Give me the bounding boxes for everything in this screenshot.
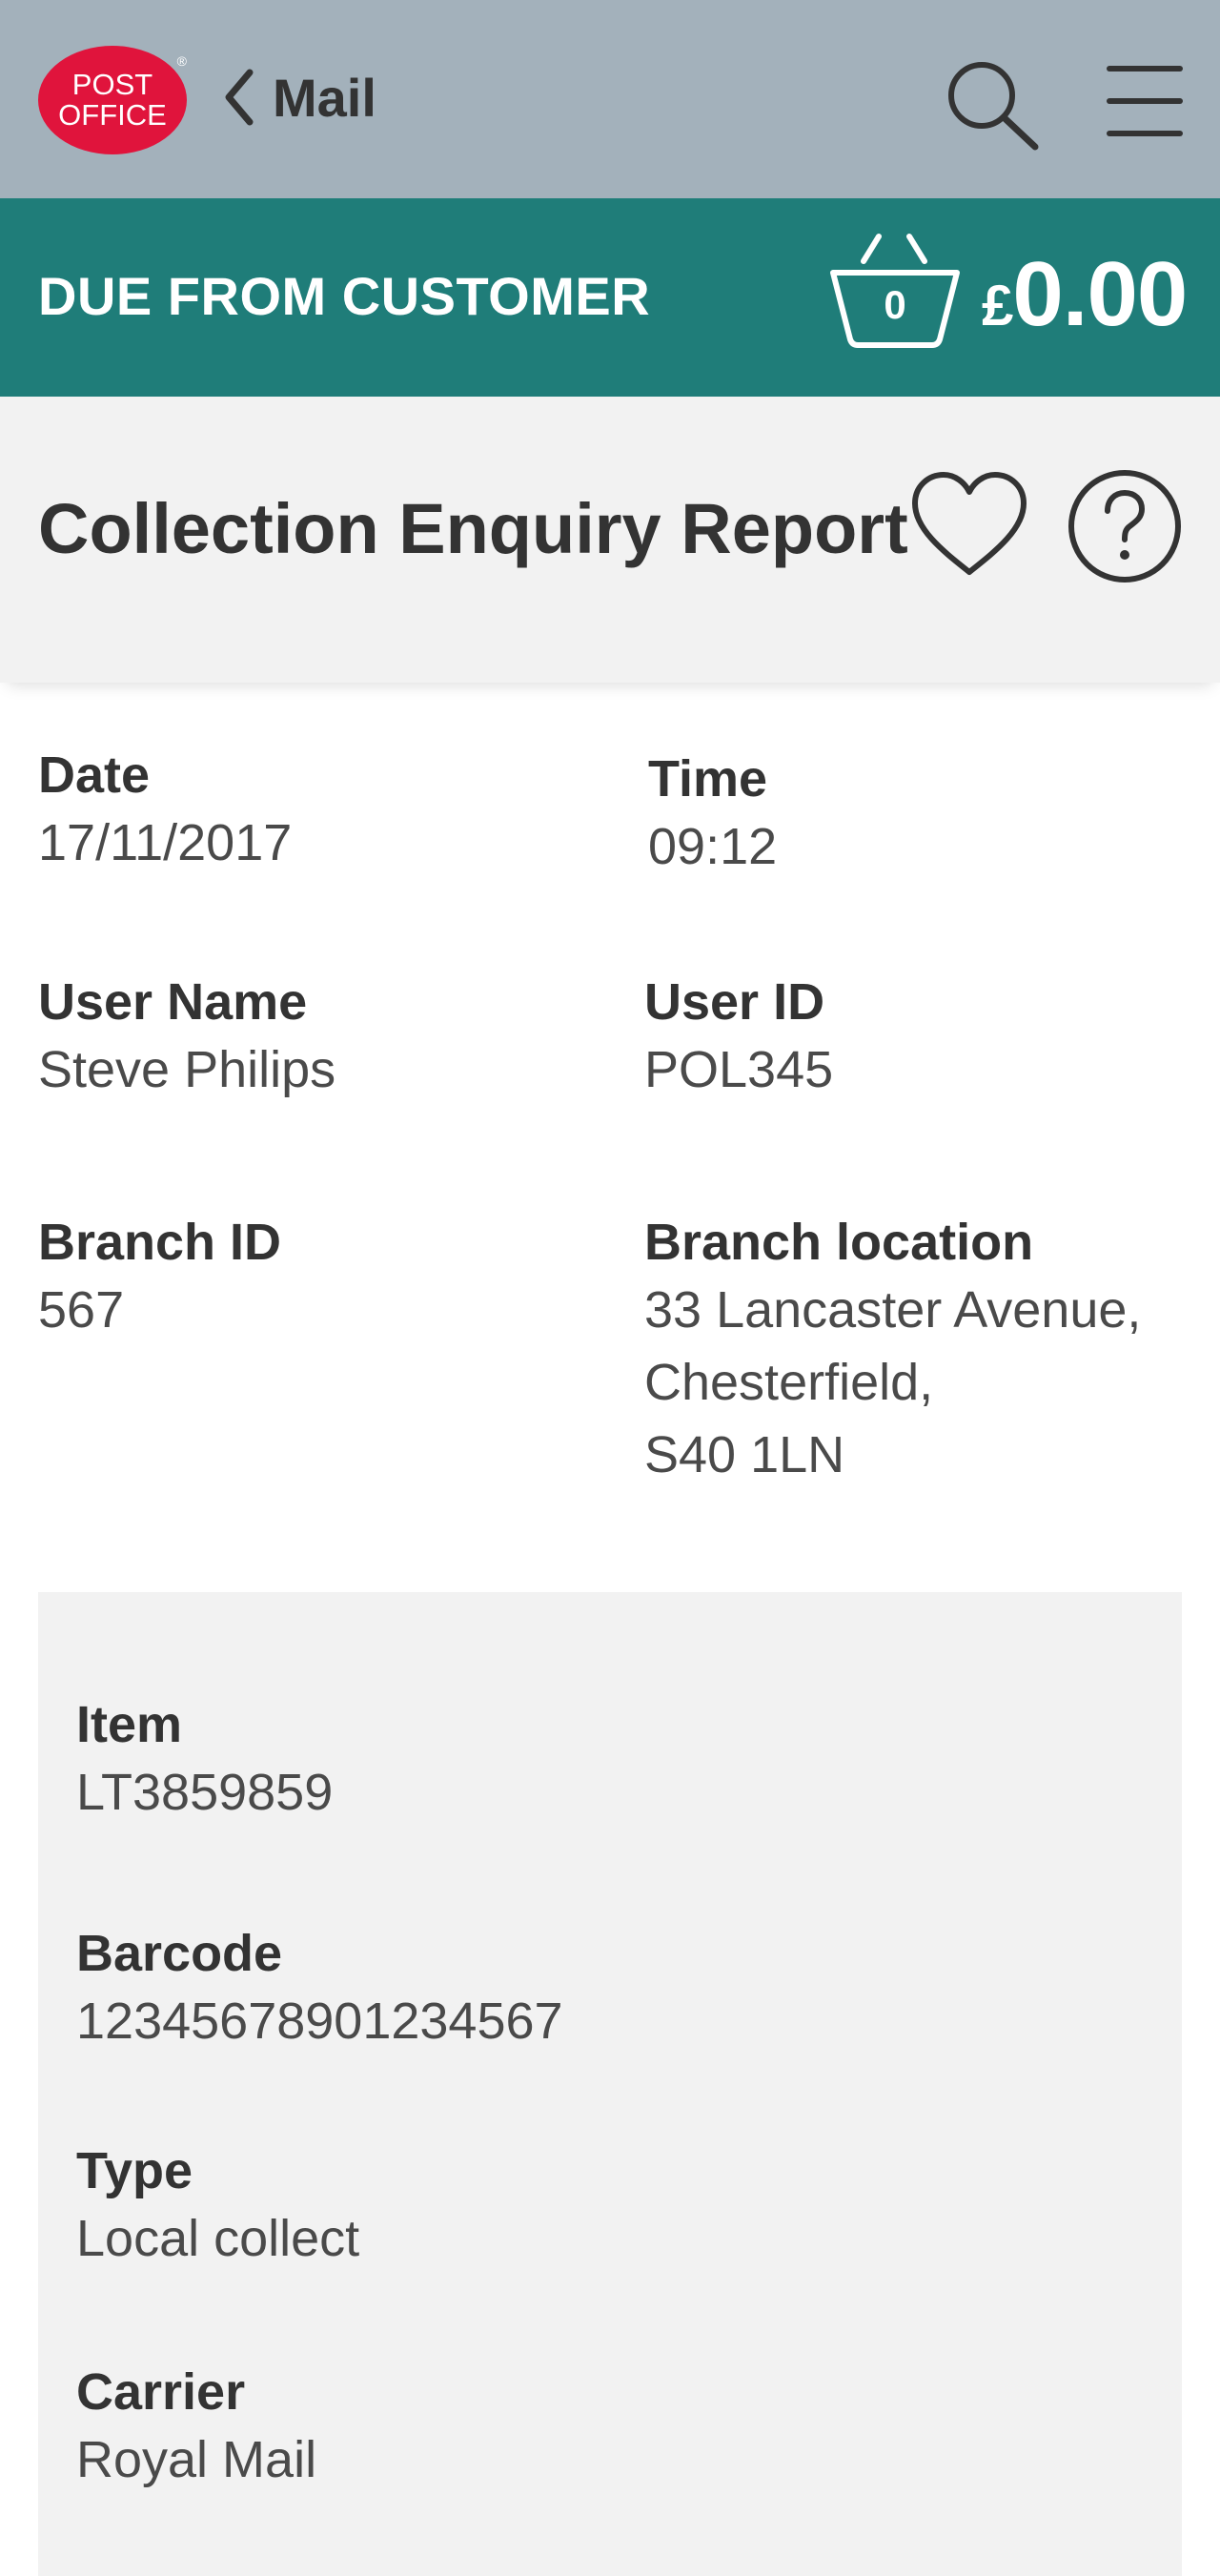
hamburger-menu-icon[interactable] (1096, 53, 1191, 153)
branch-id-field: Branch ID 567 (38, 1211, 281, 1346)
date-label: Date (38, 746, 151, 804)
type-label: Type (76, 2142, 193, 2199)
heart-icon[interactable] (907, 467, 1031, 582)
logo-text-post: POST (71, 68, 153, 101)
back-button[interactable]: Mail (221, 63, 376, 132)
help-question-icon[interactable] (1066, 467, 1184, 585)
basket-count: 0 (884, 282, 906, 327)
logo-text-office: OFFICE (58, 98, 167, 132)
time-field: Time 09:12 (648, 747, 777, 883)
currency-symbol: £ (982, 274, 1013, 337)
post-office-logo[interactable]: POST OFFICE ® (38, 46, 187, 154)
user-name-label: User Name (38, 973, 308, 1031)
barcode-field: Barcode 12345678901234567 (76, 1922, 563, 2057)
branch-id-value: 567 (38, 1281, 125, 1339)
date-value: 17/11/2017 (38, 814, 293, 871)
time-label: Time (648, 750, 768, 808)
logo-registered-mark: ® (176, 53, 187, 69)
page-title: Collection Enquiry Report (38, 489, 908, 568)
time-value: 09:12 (648, 818, 778, 875)
branch-location-label: Branch location (644, 1214, 1034, 1271)
branch-id-label: Branch ID (38, 1214, 282, 1271)
back-label: Mail (273, 67, 376, 128)
due-label: DUE FROM CUSTOMER (38, 266, 651, 326)
carrier-value: Royal Mail (76, 2431, 317, 2488)
user-name-value: Steve Philips (38, 1041, 336, 1098)
branch-location-field: Branch location 33 Lancaster Avenue, Che… (644, 1211, 1197, 1491)
carrier-field: Carrier Royal Mail (76, 2361, 316, 2496)
item-value: LT3859859 (76, 1764, 334, 1821)
user-id-field: User ID POL345 (644, 971, 833, 1106)
chevron-left-icon (225, 69, 254, 126)
search-icon[interactable] (938, 53, 1043, 153)
amount-value: 0.00 (1012, 243, 1188, 345)
user-id-value: POL345 (644, 1041, 834, 1098)
due-amount: £0.00 (982, 242, 1188, 347)
item-field: Item LT3859859 (76, 1693, 333, 1829)
barcode-label: Barcode (76, 1925, 283, 1982)
date-field: Date 17/11/2017 (38, 744, 292, 879)
item-details-card: Item LT3859859 Barcode 12345678901234567… (38, 1592, 1182, 2576)
branch-location-value: 33 Lancaster Avenue, Chesterfield, S40 1… (644, 1281, 1142, 1483)
app-header: POST OFFICE ® Mail (0, 0, 1220, 198)
page-title-bar: Collection Enquiry Report (0, 397, 1220, 683)
item-label: Item (76, 1696, 183, 1753)
type-field: Type Local collect (76, 2139, 359, 2275)
barcode-value: 12345678901234567 (76, 1993, 563, 2050)
user-name-field: User Name Steve Philips (38, 971, 336, 1106)
user-id-label: User ID (644, 973, 825, 1031)
carrier-label: Carrier (76, 2363, 246, 2421)
due-from-customer-bar: DUE FROM CUSTOMER 0 £0.00 (0, 198, 1220, 397)
type-value: Local collect (76, 2210, 360, 2267)
